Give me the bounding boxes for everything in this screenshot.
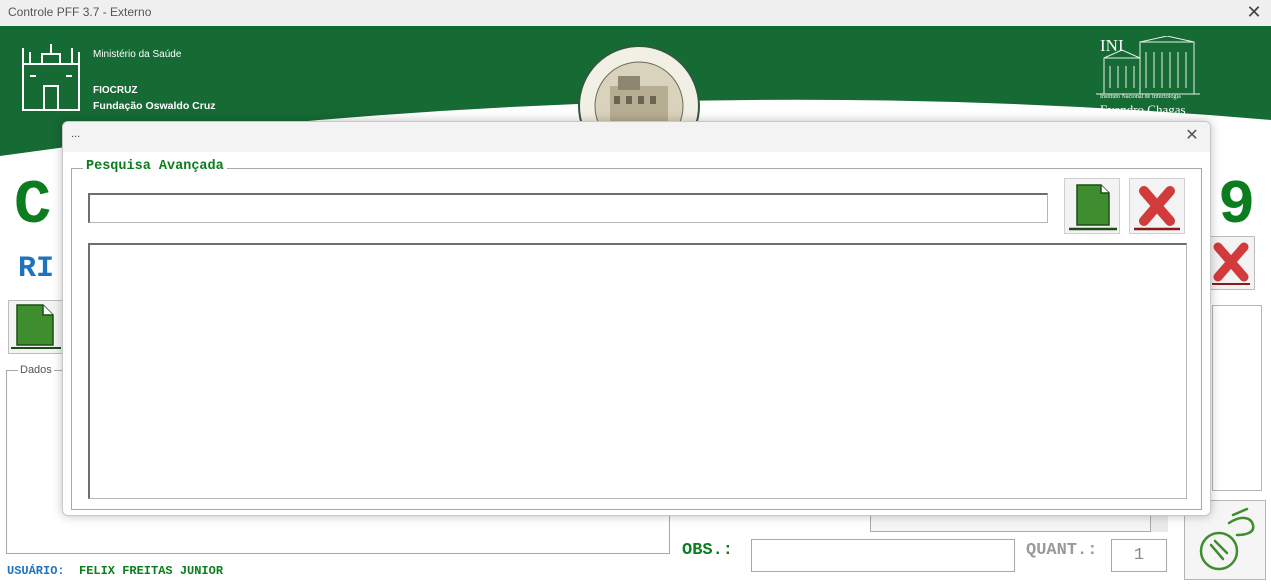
window-titlebar: Controle PFF 3.7 - Externo ✕ xyxy=(0,0,1271,26)
cancel-search-button[interactable] xyxy=(1129,178,1185,234)
dialog-close-icon[interactable]: ✕ xyxy=(1182,126,1202,146)
fiocruz-label: FIOCRUZ xyxy=(93,85,138,96)
background-side-list[interactable] xyxy=(1212,305,1262,491)
main-heading-right: 9 xyxy=(1218,170,1256,241)
new-record-button[interactable] xyxy=(1064,178,1120,234)
fundacao-label: Fundação Oswaldo Cruz xyxy=(93,100,216,112)
red-x-icon xyxy=(1134,186,1180,231)
ri-label: RI xyxy=(18,252,55,286)
document-icon xyxy=(1069,184,1117,231)
document-icon xyxy=(11,304,61,349)
ministry-label: Ministério da Saúde xyxy=(93,49,182,60)
ini-full-label: Instituto Nacional de Infectologia xyxy=(1100,94,1181,100)
obs-field[interactable] xyxy=(751,539,1015,572)
quant-field[interactable]: 1 xyxy=(1111,539,1167,572)
search-results-list[interactable] xyxy=(88,243,1187,499)
dados-label: Dados xyxy=(18,364,54,376)
window-close-icon[interactable]: ✕ xyxy=(1243,2,1265,24)
window-title: Controle PFF 3.7 - Externo xyxy=(8,5,152,19)
obs-label: OBS.: xyxy=(682,541,734,560)
dialog-title: ... xyxy=(71,128,81,140)
dialog-titlebar: ... ✕ xyxy=(63,122,1210,152)
background-new-button[interactable] xyxy=(8,300,64,354)
search-input[interactable] xyxy=(88,193,1048,223)
advanced-search-dialog: ... ✕ Pesquisa Avançada xyxy=(62,121,1211,516)
user-label: USUÁRIO: xyxy=(7,564,65,578)
main-heading-left: C xyxy=(14,170,52,241)
quant-label: QUANT.: xyxy=(1026,541,1098,560)
background-cancel-button[interactable] xyxy=(1207,236,1255,290)
search-frame-label: Pesquisa Avançada xyxy=(83,159,227,174)
fiocruz-castle-icon xyxy=(22,44,80,111)
evandro-chagas-label: Evandro Chagas xyxy=(1100,102,1186,117)
red-x-icon xyxy=(1212,242,1250,285)
user-name: FELIX FREITAS JUNIOR xyxy=(79,564,224,578)
ini-label: INI xyxy=(1100,36,1124,55)
